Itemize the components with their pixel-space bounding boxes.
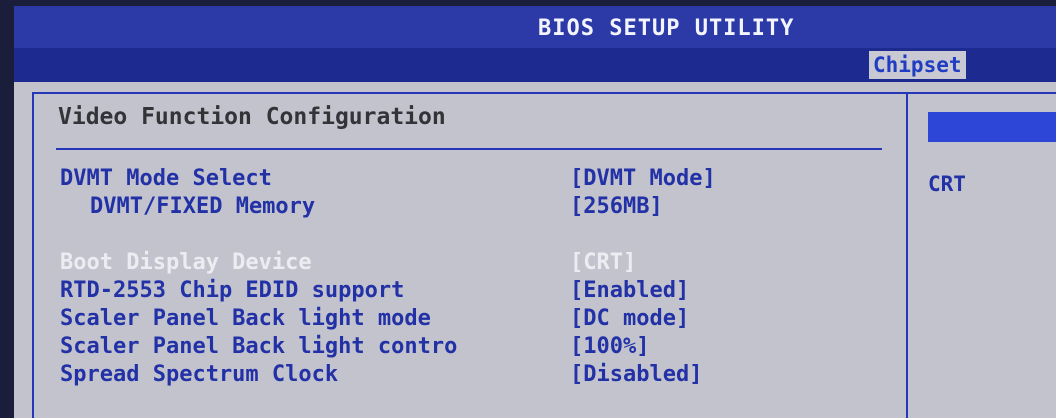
setting-row-edid-support[interactable]: RTD-2553 Chip EDID support [Enabled] — [34, 278, 894, 306]
setting-label: Scaler Panel Back light contro — [60, 334, 458, 359]
setting-row-backlight-control[interactable]: Scaler Panel Back light contro [100%] — [34, 334, 894, 362]
setting-label: RTD-2553 Chip EDID support — [60, 278, 405, 303]
setting-value[interactable]: [DC mode] — [570, 306, 689, 331]
setting-row-boot-display[interactable]: Boot Display Device [CRT] — [34, 250, 894, 278]
window-title: BIOS SETUP UTILITY — [538, 16, 795, 41]
setting-label: Spread Spectrum Clock — [60, 362, 339, 387]
help-header-bar: Op — [928, 112, 1056, 142]
section-title: Video Function Configuration — [58, 104, 446, 130]
setting-row-dvmt-mode[interactable]: DVMT Mode Select [DVMT Mode] — [34, 166, 894, 194]
settings-panel: Video Function Configuration DVMT Mode S… — [32, 92, 908, 418]
setting-value[interactable]: [256MB] — [570, 194, 663, 219]
setting-label: DVMT Mode Select — [60, 166, 272, 191]
setting-value[interactable]: [Enabled] — [570, 278, 689, 303]
setting-label: DVMT/FIXED Memory — [90, 194, 316, 219]
help-panel: Op CRT — [904, 92, 1056, 418]
tab-bar: Chipset — [14, 48, 1056, 82]
setting-row-backlight-mode[interactable]: Scaler Panel Back light mode [DC mode] — [34, 306, 894, 334]
help-text: CRT — [928, 172, 966, 196]
bios-screen: BIOS SETUP UTILITY Chipset Video Functio… — [14, 6, 1056, 418]
section-divider — [56, 148, 882, 150]
setting-label: Scaler Panel Back light mode — [60, 306, 431, 331]
setting-value[interactable]: [DVMT Mode] — [570, 166, 716, 191]
title-bar: BIOS SETUP UTILITY — [14, 6, 1056, 48]
setting-row-spread-spectrum[interactable]: Spread Spectrum Clock [Disabled] — [34, 362, 894, 390]
setting-value[interactable]: [Disabled] — [570, 362, 702, 387]
setting-label: Boot Display Device — [60, 250, 312, 275]
setting-row-dvmt-memory[interactable]: DVMT/FIXED Memory [256MB] — [34, 194, 894, 222]
setting-value[interactable]: [100%] — [570, 334, 649, 359]
setting-value[interactable]: [CRT] — [570, 250, 636, 275]
tab-chipset[interactable]: Chipset — [869, 51, 966, 79]
